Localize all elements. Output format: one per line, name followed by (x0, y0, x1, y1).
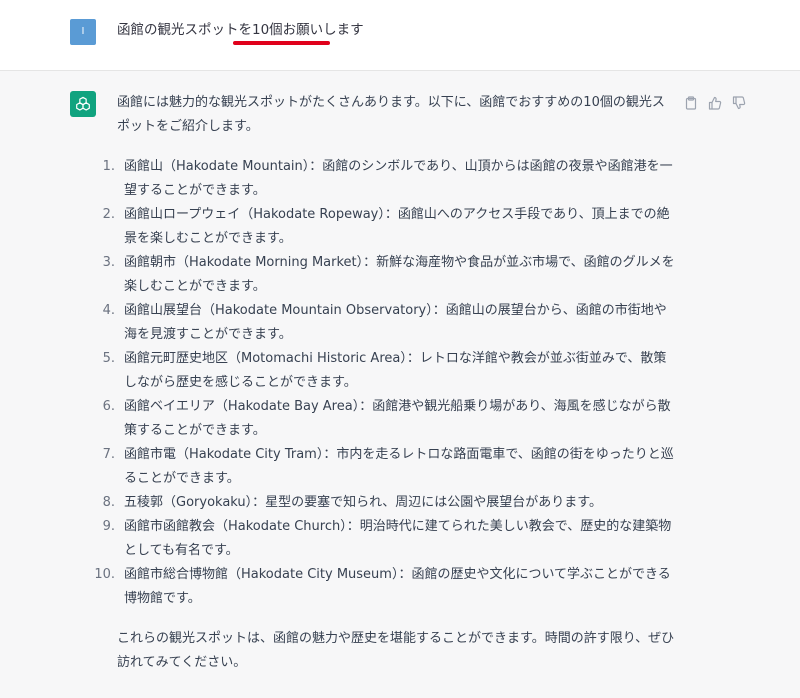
list-item: 7. 函館市電（Hakodate City Tram）：市内を走るレトロな路面電車… (103, 443, 677, 491)
assistant-outro-text: これらの観光スポットは、函館の魅力や歴史を堪能することができます。時間の許す限り… (117, 631, 675, 670)
user-avatar: I (70, 19, 96, 45)
red-underline-annotation (233, 41, 330, 45)
list-item-number: 6. (102, 399, 115, 414)
thumbs-down-icon[interactable] (732, 95, 746, 110)
list-item-text: 函館元町歴史地区（Motomachi Historic Area）：レトロな洋館… (124, 351, 667, 390)
list-item-text: 函館市電（Hakodate City Tram）：市内を走るレトロな路面電車で、… (124, 447, 674, 486)
list-item: 4. 函館山展望台（Hakodate Mountain Observatory）：… (103, 299, 677, 347)
list-item-text: 五稜郭（Goryokaku）：星型の要塞で知られ、周辺には公園や展望台があります… (124, 495, 602, 510)
list-item-text: 函館山（Hakodate Mountain）：函館のシンボルであり、山頂からは函… (124, 159, 673, 198)
list-item: 10. 函館市総合博物館（Hakodate City Museum）：函館の歴史や… (94, 563, 677, 611)
thumbs-up-icon[interactable] (708, 95, 722, 110)
list-item-text: 函館朝市（Hakodate Morning Market）：新鮮な海産物や食品が… (124, 255, 675, 294)
assistant-intro-text: 函館には魅力的な観光スポットがたくさんあります。以下に、函館でおすすめの10個の… (117, 95, 665, 134)
list-item: 3. 函館朝市（Hakodate Morning Market）：新鮮な海産物や食… (103, 251, 677, 299)
assistant-message-content: 函館には魅力的な観光スポットがたくさんあります。以下に、函館でおすすめの10個の… (94, 91, 677, 675)
list-item: 9. 函館市函館教会（Hakodate Church）：明治時代に建てられた美しい… (103, 515, 677, 563)
list-item-text: 函館ベイエリア（Hakodate Bay Area）：函館港や観光船乗り場があり… (124, 399, 671, 438)
list-item: 1. 函館山（Hakodate Mountain）：函館のシンボルであり、山頂から… (103, 155, 677, 203)
list-item-text: 函館市函館教会（Hakodate Church）：明治時代に建てられた美しい教会… (124, 519, 672, 558)
list-item: 5. 函館元町歴史地区（Motomachi Historic Area）：レトロな… (103, 347, 677, 395)
list-item: 6. 函館ベイエリア（Hakodate Bay Area）：函館港や観光船乗り場が… (103, 395, 677, 443)
spot-list: 1. 函館山（Hakodate Mountain）：函館のシンボルであり、山頂から… (94, 155, 677, 611)
assistant-message-row: 函館には魅力的な観光スポットがたくさんあります。以下に、函館でおすすめの10個の… (0, 71, 800, 698)
list-item-number: 7. (102, 447, 115, 462)
list-item-text: 函館山展望台（Hakodate Mountain Observatory）：函館… (124, 303, 667, 342)
openai-logo-icon (70, 91, 96, 117)
list-item-number: 9. (102, 519, 115, 534)
list-item-number: 10. (94, 567, 115, 582)
list-item: 2. 函館山ロープウェイ（Hakodate Ropeway）：函館山へのアクセス手… (103, 203, 677, 251)
list-item: 8. 五稜郭（Goryokaku）：星型の要塞で知られ、周辺には公園や展望台があり… (103, 491, 677, 515)
list-item-text: 函館山ロープウェイ（Hakodate Ropeway）：函館山へのアクセス手段で… (124, 207, 670, 246)
clipboard-icon[interactable] (684, 95, 698, 110)
list-item-number: 4. (102, 303, 115, 318)
user-message-text: 函館の観光スポットを10個お願いします (117, 22, 364, 38)
list-item-number: 3. (102, 255, 115, 270)
list-item-text: 函館市総合博物館（Hakodate City Museum）：函館の歴史や文化に… (124, 567, 671, 606)
user-message-row: I 函館の観光スポットを10個お願いします (0, 0, 800, 71)
list-item-number: 8. (102, 495, 115, 510)
list-item-number: 2. (102, 207, 115, 222)
list-item-number: 1. (102, 159, 115, 174)
list-item-number: 5. (102, 351, 115, 366)
